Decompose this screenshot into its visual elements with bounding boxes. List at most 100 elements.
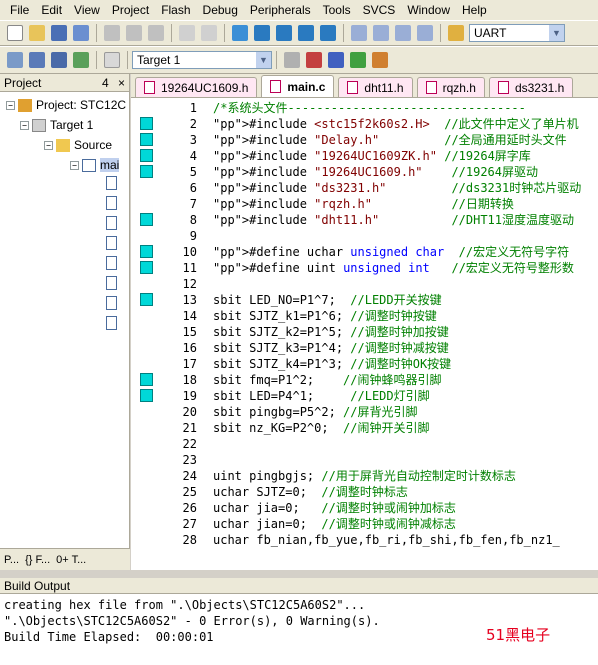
- tree-main-file[interactable]: − mai: [70, 156, 120, 174]
- build-line: ".\Objects\STC12C5A60S2" - 0 Error(s), 0…: [4, 614, 380, 628]
- menu-peripherals[interactable]: Peripherals: [244, 0, 317, 20]
- indent-icon[interactable]: [351, 25, 367, 41]
- line-number: 28: [182, 533, 197, 547]
- line-number: 17: [182, 357, 197, 371]
- tree-project-root[interactable]: − Project: STC12C: [6, 96, 126, 114]
- new-file-icon[interactable]: [7, 25, 23, 41]
- tree-label: Source: [74, 138, 113, 152]
- change-marker: [140, 117, 153, 130]
- bookmark-icon[interactable]: [254, 25, 270, 41]
- menu-svcs[interactable]: SVCS: [357, 0, 402, 20]
- header-file-icon[interactable]: [106, 296, 117, 310]
- open-folder-icon[interactable]: [29, 25, 45, 41]
- code-line: sbit nz_KG=P2^0; //闹钟开关引脚: [213, 421, 430, 435]
- select-packs-icon[interactable]: [328, 52, 344, 68]
- line-number: 27: [182, 517, 197, 531]
- unindent-icon[interactable]: [373, 25, 389, 41]
- copy-icon[interactable]: [126, 25, 142, 41]
- code-line: sbit fmq=P1^2; //闹钟蜂鸣器引脚: [213, 373, 442, 387]
- manage-components-icon[interactable]: [306, 52, 322, 68]
- line-number: 9: [189, 229, 197, 243]
- change-marker: [140, 389, 153, 402]
- menu-tools[interactable]: Tools: [317, 0, 357, 20]
- target-icon: [32, 118, 46, 132]
- line-number: 1: [189, 101, 197, 115]
- load-icon[interactable]: [104, 52, 120, 68]
- line-number: 19: [182, 389, 197, 403]
- save-icon[interactable]: [51, 25, 67, 41]
- code-line: "pp">#include "dht11.h" //DHT11湿度温度驱动: [213, 213, 575, 227]
- code-line: "pp">#include "ds3231.h" //ds3231时钟芯片驱动: [213, 181, 582, 195]
- nav-back-icon[interactable]: [232, 25, 248, 41]
- code-line: uchar fb_nian,fb_yue,fb_ri,fb_shi,fb_fen…: [213, 533, 560, 547]
- bookmark-next-icon[interactable]: [298, 25, 314, 41]
- menu-debug[interactable]: Debug: [197, 0, 244, 20]
- editor-tab-label: 19264UC1609.h: [161, 80, 249, 95]
- tab-project[interactable]: P...: [4, 554, 19, 566]
- line-number: 13: [182, 293, 197, 307]
- tree-target[interactable]: − Target 1: [20, 116, 93, 134]
- save-all-icon[interactable]: [73, 25, 89, 41]
- code-line: uchar jian=0; //调整时钟或闹钟减标志: [213, 517, 456, 531]
- header-file-icon[interactable]: [106, 256, 117, 270]
- manage-rte-icon[interactable]: [350, 52, 366, 68]
- header-file-icon[interactable]: [106, 216, 117, 230]
- menu-window[interactable]: Window: [401, 0, 456, 20]
- line-number: 11: [182, 261, 197, 275]
- menu-file[interactable]: File: [4, 0, 35, 20]
- build-output-panel: Build Output creating hex file from ".\O…: [0, 578, 598, 665]
- line-number: 3: [189, 133, 197, 147]
- header-file-icon[interactable]: [106, 316, 117, 330]
- target-options-icon[interactable]: [284, 52, 300, 68]
- find-in-files-icon[interactable]: [448, 25, 464, 41]
- menu-flash[interactable]: Flash: [155, 0, 196, 20]
- redo-icon[interactable]: [201, 25, 217, 41]
- uncomment-icon[interactable]: [417, 25, 433, 41]
- tree-label: Project: STC12C: [36, 98, 127, 112]
- chevron-down-icon[interactable]: ▼: [256, 52, 271, 68]
- editor-tab[interactable]: dht11.h: [338, 77, 413, 97]
- code-line: sbit SJTZ_k3=P1^4; //调整时钟减按键: [213, 341, 449, 355]
- menu-help[interactable]: Help: [456, 0, 493, 20]
- line-number: 16: [182, 341, 197, 355]
- editor-tab[interactable]: rqzh.h: [416, 77, 485, 97]
- target-select[interactable]: Target 1 ▼: [132, 51, 272, 69]
- editor-tab[interactable]: main.c: [261, 75, 335, 97]
- search-combo[interactable]: UART ▼: [469, 24, 565, 42]
- comment-icon[interactable]: [395, 25, 411, 41]
- tab-templates[interactable]: 0+ T...: [56, 554, 86, 566]
- editor-tab[interactable]: 19264UC1609.h: [135, 77, 258, 97]
- menu-edit[interactable]: Edit: [35, 0, 68, 20]
- editor-tabs: 19264UC1609.h main.c dht11.h rqzh.h ds3231.h: [131, 74, 598, 98]
- editor-gutter: 1 2 3 4 5 6 7 8 9 10 11 12 13 14 15 16 17 18 19 20 21 22 23 24 2…: [131, 98, 211, 570]
- menu-project[interactable]: Project: [106, 0, 155, 20]
- project-icon: [18, 98, 32, 112]
- build-output-title: Build Output: [0, 578, 598, 594]
- bookmark-prev-icon[interactable]: [276, 25, 292, 41]
- header-file-icon[interactable]: [106, 276, 117, 290]
- header-file-icon[interactable]: [106, 196, 117, 210]
- header-file-icon[interactable]: [106, 176, 117, 190]
- tab-functions[interactable]: {} F...: [25, 554, 50, 566]
- header-file-icon[interactable]: [106, 236, 117, 250]
- close-icon[interactable]: ×: [118, 76, 125, 90]
- change-marker: [140, 245, 153, 258]
- rebuild-icon[interactable]: [51, 52, 67, 68]
- build-icon[interactable]: [29, 52, 45, 68]
- cut-icon[interactable]: [104, 25, 120, 41]
- batch-build-icon[interactable]: [73, 52, 89, 68]
- tree-source-group[interactable]: − Source: [44, 136, 112, 154]
- line-number: 15: [182, 325, 197, 339]
- code-area[interactable]: /*系统头文件---------------------------------…: [213, 98, 598, 570]
- bookmark-clear-icon[interactable]: [320, 25, 336, 41]
- c-file-icon: [82, 158, 96, 172]
- chevron-down-icon[interactable]: ▼: [549, 25, 564, 41]
- menu-view[interactable]: View: [68, 0, 106, 20]
- translate-icon[interactable]: [7, 52, 23, 68]
- paste-icon[interactable]: [148, 25, 164, 41]
- editor-tab[interactable]: ds3231.h: [488, 77, 574, 97]
- pin-icon[interactable]: 4: [102, 76, 109, 90]
- pack-installer-icon[interactable]: [372, 52, 388, 68]
- code-line: "pp">#include "Delay.h" //全局通用延时头文件: [213, 133, 567, 147]
- undo-icon[interactable]: [179, 25, 195, 41]
